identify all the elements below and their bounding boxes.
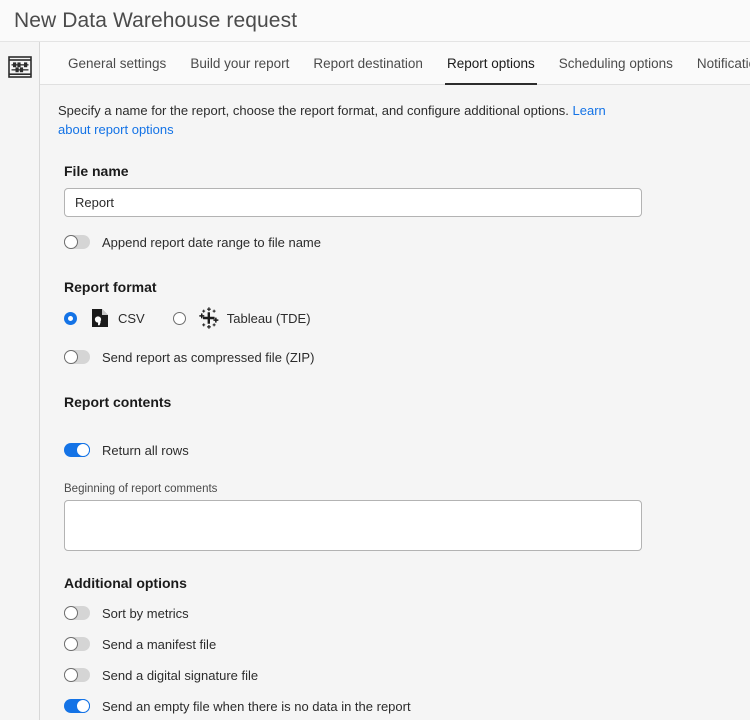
toggle-knob [76,699,90,713]
send-empty-file-toggle-row[interactable]: Send an empty file when there is no data… [64,693,662,719]
send-digital-signature-label: Send a digital signature file [102,668,258,683]
compress-zip-label: Send report as compressed file (ZIP) [102,350,314,365]
report-format-option-csv[interactable]: CSV [64,307,145,329]
send-empty-file-label: Send an empty file when there is no data… [102,699,411,714]
send-digital-signature-toggle-row[interactable]: Send a digital signature file [64,662,662,688]
tableau-radio[interactable] [173,312,186,325]
sort-by-metrics-toggle[interactable] [64,606,90,620]
left-icon-rail [0,42,40,720]
append-date-range-toggle-row[interactable]: Append report date range to file name [64,229,662,255]
send-manifest-file-toggle-row[interactable]: Send a manifest file [64,631,662,657]
tab-label: General settings [68,56,166,71]
page-header: New Data Warehouse request [0,0,750,41]
tab-label: Report destination [313,56,423,71]
report-format-heading: Report format [64,279,662,295]
return-all-rows-toggle[interactable] [64,443,90,457]
compress-zip-toggle-row[interactable]: Send report as compressed file (ZIP) [64,344,662,370]
tab-notification-email[interactable]: Notification email [685,42,750,84]
toggle-knob [64,350,78,364]
send-manifest-file-toggle[interactable] [64,637,90,651]
csv-file-icon [89,307,111,329]
toggle-knob [64,235,78,249]
compress-zip-toggle[interactable] [64,350,90,364]
send-empty-file-toggle[interactable] [64,699,90,713]
content-column: General settings Build your report Repor… [40,42,750,720]
file-name-input[interactable] [64,188,642,217]
return-all-rows-label: Return all rows [102,443,189,458]
csv-radio[interactable] [64,312,77,325]
page-title: New Data Warehouse request [14,9,297,33]
tab-label: Build your report [190,56,289,71]
tableau-format-label: Tableau (TDE) [227,311,311,326]
main-frame: General settings Build your report Repor… [0,41,750,720]
tableau-tde-icon [198,307,220,329]
toggle-knob [64,668,78,682]
toggle-knob [64,637,78,651]
panel-description-text: Specify a name for the report, choose th… [58,103,573,118]
panel-description: Specify a name for the report, choose th… [58,101,636,139]
return-all-rows-toggle-row[interactable]: Return all rows [64,437,662,463]
tab-build-your-report[interactable]: Build your report [178,42,301,84]
report-options-panel: Specify a name for the report, choose th… [40,85,750,720]
tab-bar: General settings Build your report Repor… [40,42,750,85]
report-contents-heading: Report contents [64,394,662,410]
report-format-radio-group: CSV [64,304,662,332]
tab-report-destination[interactable]: Report destination [301,42,435,84]
append-date-range-label: Append report date range to file name [102,235,321,250]
tab-report-options[interactable]: Report options [435,42,547,84]
toggle-knob [64,606,78,620]
append-date-range-toggle[interactable] [64,235,90,249]
file-name-heading: File name [64,163,662,179]
tab-general-settings[interactable]: General settings [56,42,178,84]
report-format-option-tableau[interactable]: Tableau (TDE) [173,307,311,329]
sort-by-metrics-toggle-row[interactable]: Sort by metrics [64,600,662,626]
abacus-icon[interactable] [6,54,34,80]
tab-label: Notification email [697,56,750,71]
additional-options-heading: Additional options [64,575,662,591]
sort-by-metrics-label: Sort by metrics [102,606,189,621]
tab-scheduling-options[interactable]: Scheduling options [547,42,685,84]
tab-label: Scheduling options [559,56,673,71]
send-digital-signature-toggle[interactable] [64,668,90,682]
csv-format-label: CSV [118,311,145,326]
report-comments-label: Beginning of report comments [64,483,662,495]
toggle-knob [76,443,90,457]
tab-label: Report options [447,56,535,71]
send-manifest-file-label: Send a manifest file [102,637,216,652]
report-comments-textarea[interactable] [64,500,642,551]
